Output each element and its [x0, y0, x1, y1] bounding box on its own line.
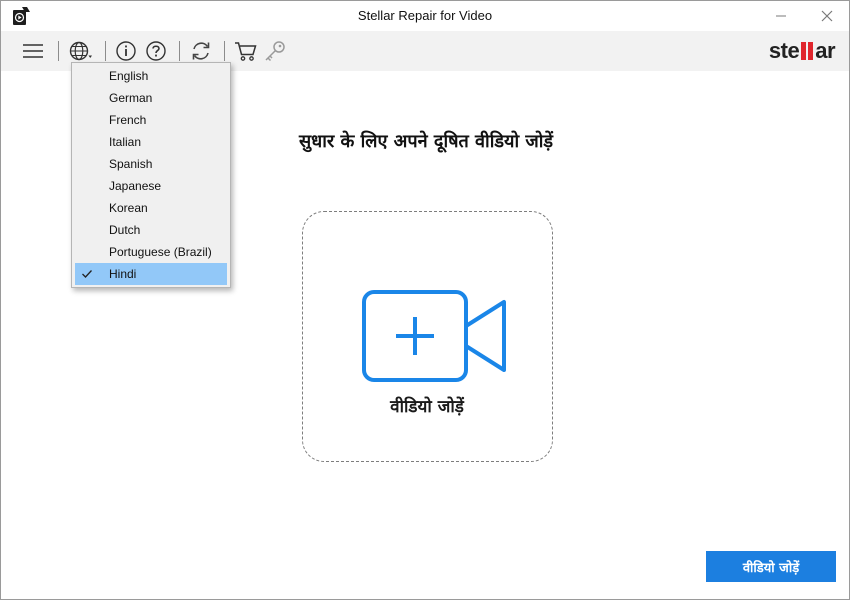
key-icon	[265, 41, 285, 62]
help-button[interactable]	[143, 38, 169, 64]
language-item-portuguese-brazil[interactable]: Portuguese (Brazil)	[75, 241, 227, 263]
brand-text-right: ar	[815, 38, 835, 63]
stellar-brand-logo: ste ar	[768, 38, 836, 64]
minimize-button[interactable]	[761, 1, 801, 31]
brand-mark	[800, 42, 814, 60]
info-icon	[116, 41, 136, 61]
add-video-button[interactable]: वीडियो जोड़ें	[706, 551, 836, 582]
language-item-label: Hindi	[109, 267, 137, 281]
close-icon	[821, 10, 833, 22]
toolbar-separator	[105, 41, 106, 61]
checkmark-icon	[81, 263, 93, 285]
close-button[interactable]	[807, 1, 847, 31]
hamburger-menu-icon	[23, 44, 43, 58]
language-item-hindi[interactable]: Hindi	[75, 263, 227, 285]
add-video-camera-icon	[362, 290, 508, 384]
language-item-label: Spanish	[109, 157, 153, 171]
language-item-korean[interactable]: Korean	[75, 197, 227, 219]
language-item-label: German	[109, 91, 153, 105]
language-item-label: English	[109, 69, 149, 83]
language-item-label: Italian	[109, 135, 142, 149]
language-item-dutch[interactable]: Dutch	[75, 219, 227, 241]
activation-button[interactable]	[262, 38, 288, 64]
language-item-label: French	[109, 113, 147, 127]
window-title: Stellar Repair for Video	[357, 8, 493, 23]
language-item-english[interactable]: English	[75, 65, 227, 87]
refresh-icon	[192, 42, 210, 60]
language-item-label: Dutch	[109, 223, 141, 237]
language-dropdown-menu: English German French Italian Spanish Ja…	[71, 62, 231, 288]
language-item-label: Korean	[109, 201, 148, 215]
add-video-drop-zone[interactable]: वीडियो जोड़ें	[302, 211, 553, 462]
menu-button[interactable]	[20, 38, 46, 64]
update-button[interactable]	[188, 38, 214, 64]
language-item-german[interactable]: German	[75, 87, 227, 109]
language-item-label: Portuguese (Brazil)	[109, 245, 212, 259]
title-bar: Stellar Repair for Video	[1, 1, 849, 31]
brand-text-left: ste	[768, 38, 800, 63]
language-item-japanese[interactable]: Japanese	[75, 175, 227, 197]
language-item-italian[interactable]: Italian	[75, 131, 227, 153]
toolbar-separator	[179, 41, 180, 61]
language-button[interactable]	[68, 38, 94, 64]
minimize-icon	[776, 15, 786, 17]
info-button[interactable]	[113, 38, 139, 64]
page-heading: सुधार के लिए अपने दूषित वीडियो जोड़ें	[298, 131, 554, 152]
app-window: Stellar Repair for Video ste ar सुधार के…	[0, 0, 850, 600]
help-icon	[146, 41, 166, 61]
cart-icon	[235, 42, 257, 61]
language-item-french[interactable]: French	[75, 109, 227, 131]
toolbar-separator	[58, 41, 59, 61]
drop-zone-label: वीडियो जोड़ें	[390, 397, 464, 417]
toolbar-separator	[224, 41, 225, 61]
language-item-spanish[interactable]: Spanish	[75, 153, 227, 175]
buy-button[interactable]	[233, 38, 259, 64]
globe-icon	[69, 41, 92, 61]
language-item-label: Japanese	[109, 179, 162, 193]
